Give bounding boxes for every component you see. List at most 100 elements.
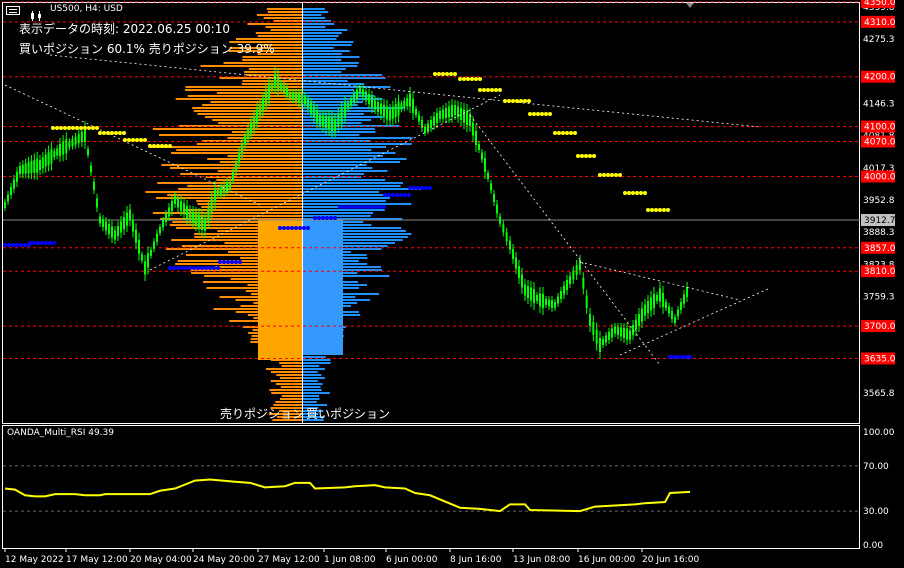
candle-body [117, 226, 119, 236]
price-level-label: 4100.0 [864, 123, 896, 133]
candle-body [430, 120, 432, 128]
sr-dot [433, 72, 437, 76]
candle-body [677, 309, 679, 317]
candle-body [686, 287, 688, 297]
order-book-bar [303, 107, 404, 109]
sr-dot [515, 99, 519, 103]
sr-dot [192, 266, 196, 270]
candle-body [247, 129, 249, 139]
sr-dot [527, 99, 531, 103]
candle-body [105, 221, 107, 231]
candle-body [220, 187, 222, 195]
candle-body [153, 241, 155, 249]
candle-body [111, 226, 113, 238]
candle-body [542, 294, 544, 308]
time-tick-label: 16 Jun 00:00 [578, 555, 635, 565]
order-book-bar [159, 134, 302, 136]
order-book-bar [187, 95, 302, 97]
candlestick-chart-icon[interactable] [30, 6, 44, 21]
rsi-panel: 100.00 70.00 30.00 0.00 [3, 428, 895, 551]
sr-dot [532, 112, 536, 116]
sr-dot [662, 208, 666, 212]
rsi-tick-label: 100.00 [863, 428, 895, 438]
sr-dot [317, 216, 321, 220]
order-book-bar [197, 113, 302, 115]
time-axis: 12 May 2022 17 May 12:00 20 May 04:00 24 Ma… [4, 549, 699, 565]
sr-dot [156, 144, 160, 148]
order-book-bar [270, 380, 302, 382]
sr-dot [445, 72, 449, 76]
price-axis: 4339.84275.34146.34081.84017.33952.83888… [861, 0, 896, 399]
sr-dot [374, 205, 378, 209]
sr-dot [565, 131, 569, 135]
order-book-bar [303, 170, 388, 172]
order-book-bar [279, 377, 302, 379]
sr-dot [606, 173, 610, 177]
sr-dot [536, 112, 540, 116]
order-book-bar [303, 158, 407, 160]
sr-dot [511, 99, 515, 103]
rsi-indicator-title: OANDA_Multi_RSI 49.39 [7, 428, 114, 438]
sr-dot [216, 266, 220, 270]
sr-dot [540, 112, 544, 116]
sr-dot [118, 131, 122, 135]
candle-body [617, 327, 619, 335]
candle-body [389, 109, 391, 121]
candle-body [579, 260, 581, 270]
candle-body [204, 219, 206, 231]
sr-dot [358, 205, 362, 209]
candle-body [7, 194, 9, 202]
candle-body [180, 201, 182, 211]
candle-body [647, 301, 649, 313]
order-book-bar [303, 95, 375, 97]
candle-body [445, 108, 447, 118]
sr-dot [11, 243, 15, 247]
sr-dot [234, 260, 238, 264]
sell-position-label: 売りポジション [220, 407, 305, 421]
sr-dot [523, 99, 527, 103]
candle-body [62, 141, 65, 155]
chart-canvas[interactable]: 4339.84275.34146.34081.84017.33952.83888… [0, 0, 904, 568]
candle-body [235, 162, 237, 172]
sr-dot [366, 205, 370, 209]
sr-dot [672, 355, 676, 359]
window-menu-icon[interactable] [6, 6, 20, 15]
sr-dot [87, 126, 91, 130]
order-book-bar [243, 71, 302, 73]
candle-body [56, 148, 59, 156]
sr-dot [290, 226, 294, 230]
price-level-label: 3700.0 [864, 322, 896, 332]
order-book-bar [303, 62, 359, 64]
order-book-bar [303, 35, 339, 37]
order-book-bar [303, 149, 372, 151]
candle-body [383, 105, 385, 117]
candle-body [608, 332, 610, 340]
sr-dot [98, 131, 102, 135]
order-book-bar [303, 362, 331, 364]
candle-body [554, 302, 556, 308]
candle-body [353, 94, 355, 102]
order-book-bar [303, 29, 348, 31]
order-book-bar [281, 365, 302, 367]
sr-dot [420, 186, 424, 190]
order-book-bar [271, 392, 302, 394]
sr-dot [399, 193, 403, 197]
sr-dot [164, 144, 168, 148]
candle-body [295, 93, 297, 101]
order-book-bar [303, 401, 317, 403]
order-book-bar [303, 383, 323, 385]
order-book-bar [201, 206, 302, 208]
candle-body [307, 99, 309, 109]
sr-dot [668, 355, 672, 359]
candle-body [162, 220, 164, 228]
data-time-label: 表示データの時刻: 2022.06.25 00:10 [19, 22, 230, 36]
candle-body [530, 287, 532, 301]
order-book-bar [152, 128, 302, 130]
sr-dot [32, 241, 36, 245]
candle-body [93, 182, 95, 190]
sr-dot [602, 173, 606, 177]
candle-body [365, 91, 367, 101]
order-book-bar [303, 143, 412, 145]
candle-body [201, 216, 203, 230]
price-level-label: 4200.0 [864, 73, 896, 83]
